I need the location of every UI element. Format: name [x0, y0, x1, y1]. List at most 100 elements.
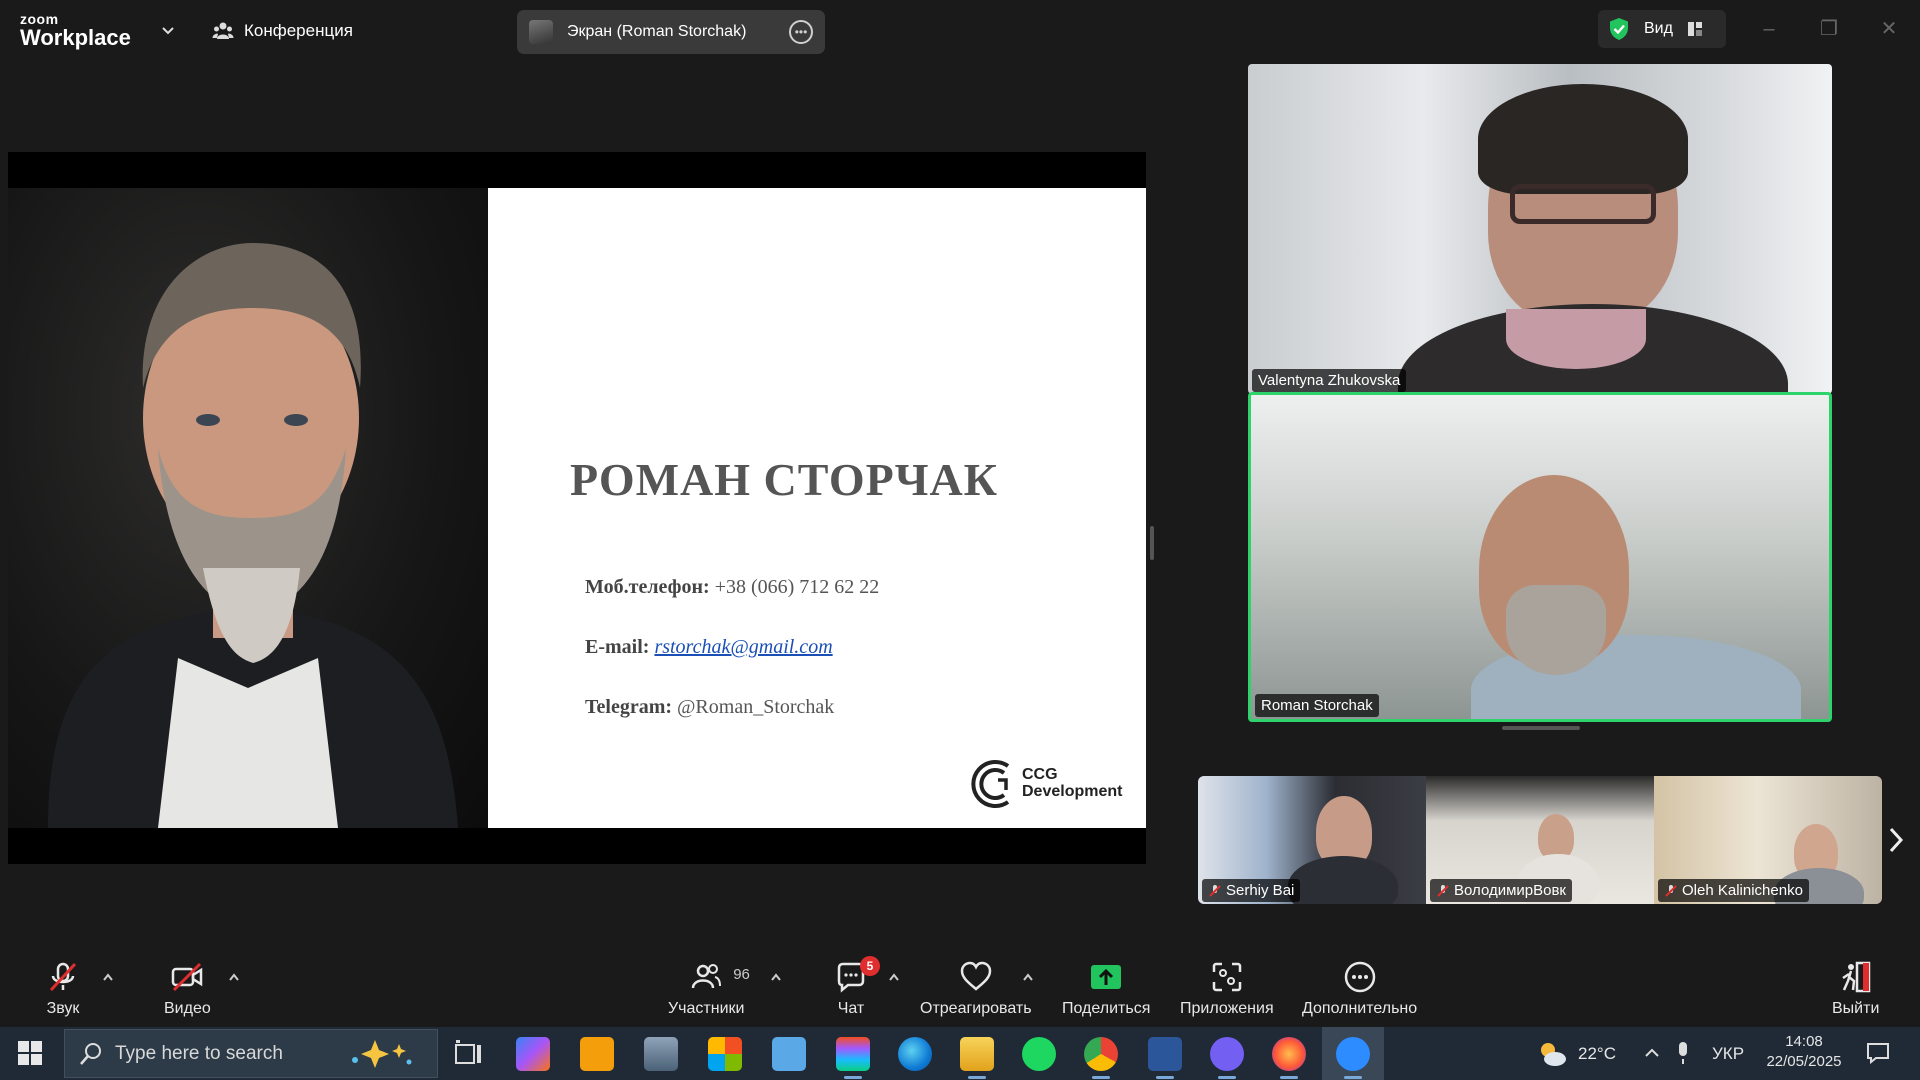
weather-partly-cloudy-icon: [1541, 1042, 1566, 1066]
file-explorer-app-icon[interactable]: [960, 1037, 994, 1079]
more-label: Дополнительно: [1302, 1000, 1418, 1017]
weather-widget[interactable]: 22°C: [1536, 1027, 1616, 1080]
view-menu-button[interactable]: Вид: [1598, 10, 1726, 48]
participant-name-tag: ВолодимирВовк: [1430, 879, 1572, 902]
phone-label: Моб.телефон:: [585, 576, 710, 598]
camera-off-icon: [172, 962, 203, 992]
mic-muted-icon: [1209, 884, 1221, 897]
participant-name-tag: Roman Storchak: [1255, 694, 1379, 717]
microphone-icon[interactable]: [1676, 1041, 1690, 1065]
chevron-down-icon[interactable]: [158, 20, 178, 40]
video-tile-active-speaker[interactable]: Roman Storchak: [1248, 392, 1832, 722]
shield-check-icon: [1610, 18, 1628, 40]
chevron-up-icon[interactable]: [1644, 1045, 1660, 1061]
participants-button[interactable]: 96 Участники: [668, 960, 750, 1018]
chat-label: Чат: [837, 1000, 865, 1017]
video-tile[interactable]: Valentyna Zhukovska: [1248, 64, 1832, 394]
search-input[interactable]: [115, 1042, 335, 1065]
video-tile[interactable]: Serhiy Bai: [1198, 776, 1426, 904]
edge-app-icon[interactable]: [898, 1037, 932, 1071]
chat-icon-wrap: 5: [834, 956, 880, 994]
presentation-app-icon[interactable]: [580, 1037, 614, 1071]
notification-center-icon[interactable]: [1866, 1041, 1890, 1065]
apps-icon: [1212, 962, 1242, 992]
chevron-right-icon[interactable]: [1886, 826, 1906, 854]
leave-door-icon: [1841, 961, 1870, 993]
conference-info-button[interactable]: Конференция: [212, 16, 353, 46]
phone-value: +38 (066) 712 62 22: [714, 576, 880, 598]
taskbar-search[interactable]: [64, 1029, 438, 1078]
chevron-up-icon[interactable]: [228, 972, 240, 982]
participant-collar: [1506, 309, 1646, 369]
viber-app-icon[interactable]: [1210, 1037, 1244, 1079]
windows-start-icon[interactable]: [18, 1041, 42, 1065]
participant-name: Roman Storchak: [1261, 697, 1373, 714]
screen-share-label: Экран (Roman Storchak): [567, 23, 747, 40]
windows-taskbar: 22°C УКР 14:08 22/05/2025: [0, 1027, 1920, 1080]
chat-button[interactable]: 5 Чат: [834, 956, 880, 1018]
figma-app-icon[interactable]: [836, 1037, 870, 1079]
email-link[interactable]: rstorchak@gmail.com: [654, 636, 832, 658]
video-button[interactable]: Видео: [164, 960, 211, 1018]
mic-muted-icon: [1665, 884, 1677, 897]
zoom-workplace-logo[interactable]: zoom Workplace: [20, 12, 131, 49]
taskbar-clock[interactable]: 14:08 22/05/2025: [1748, 1032, 1860, 1072]
close-icon[interactable]: ✕: [1874, 14, 1904, 44]
task-view-icon[interactable]: [452, 1037, 486, 1071]
language-indicator[interactable]: УКР: [1712, 1027, 1744, 1080]
telegram-label: Telegram:: [585, 696, 673, 718]
slide-telegram-line: Telegram: @Roman_Storchak: [585, 696, 834, 719]
audio-button[interactable]: Звук: [46, 960, 80, 1018]
view-label: Вид: [1644, 20, 1673, 37]
video-tile[interactable]: ВолодимирВовк: [1426, 776, 1654, 904]
chevron-up-icon[interactable]: [888, 972, 900, 982]
tiles-scroll-handle[interactable]: [1502, 726, 1580, 730]
react-button[interactable]: Отреагировать: [920, 960, 1032, 1018]
chevron-up-icon[interactable]: [1022, 972, 1034, 982]
weather-temp: 22°C: [1578, 1043, 1616, 1063]
zoom-app-icon[interactable]: [1336, 1037, 1370, 1079]
mic-muted-icon: [1437, 884, 1449, 897]
ccg-logo-line1: CCG: [1022, 766, 1058, 784]
brand-line2: Workplace: [20, 25, 131, 50]
portrait-figure: [48, 243, 458, 828]
share-screen-button[interactable]: Поделиться: [1062, 960, 1150, 1018]
leave-button[interactable]: Выйти: [1832, 960, 1879, 1018]
ccg-logo-line2: Development: [1022, 783, 1123, 800]
apps-button[interactable]: Приложения: [1180, 960, 1274, 1018]
meeting-toolbar: Звук Видео 96 Участники 5 Чат Отреагиров…: [0, 952, 1920, 1027]
participants-icon-wrap: 96: [689, 960, 750, 994]
participant-hair: [1478, 84, 1688, 194]
participants-icon: [691, 964, 722, 989]
participant-body: [1288, 856, 1398, 904]
word-app-icon[interactable]: [1148, 1037, 1182, 1079]
store-app-icon[interactable]: [708, 1037, 742, 1071]
clock-time: 14:08: [1785, 1033, 1823, 1050]
video-tile[interactable]: Oleh Kalinichenko: [1654, 776, 1882, 904]
spotify-app-icon[interactable]: [1022, 1037, 1056, 1071]
chrome-app-icon[interactable]: [1084, 1037, 1118, 1079]
calculator-app-icon[interactable]: [644, 1037, 678, 1071]
more-button[interactable]: Дополнительно: [1302, 960, 1417, 1018]
participant-name-tag: Valentyna Zhukovska: [1252, 369, 1407, 392]
resize-handle[interactable]: [1150, 526, 1154, 560]
participant-name: ВолодимирВовк: [1454, 882, 1566, 899]
screen-share-indicator[interactable]: Экран (Roman Storchak) •••: [517, 10, 825, 54]
firefox-app-icon[interactable]: [1272, 1037, 1306, 1079]
mic-muted-icon: [49, 962, 77, 992]
leave-label: Выйти: [1832, 1000, 1880, 1017]
minimize-icon[interactable]: –: [1754, 14, 1784, 44]
video-label: Видео: [164, 1000, 211, 1017]
maximize-icon[interactable]: ❐: [1814, 14, 1844, 44]
share-label: Поделиться: [1062, 1000, 1151, 1017]
chevron-up-icon[interactable]: [102, 972, 114, 982]
copilot-app-icon[interactable]: [516, 1037, 550, 1071]
more-options-icon: [1344, 961, 1375, 993]
slide-phone-line: Моб.телефон: +38 (066) 712 62 22: [585, 576, 879, 599]
zoom-window: zoom Workplace Конференция Экран (Roman …: [0, 0, 1920, 1027]
chevron-up-icon[interactable]: [770, 972, 782, 982]
participant-name-tag: Serhiy Bai: [1202, 879, 1301, 902]
remote-desktop-app-icon[interactable]: [772, 1037, 806, 1071]
people-icon: [212, 22, 234, 39]
more-options-icon[interactable]: •••: [789, 20, 813, 44]
